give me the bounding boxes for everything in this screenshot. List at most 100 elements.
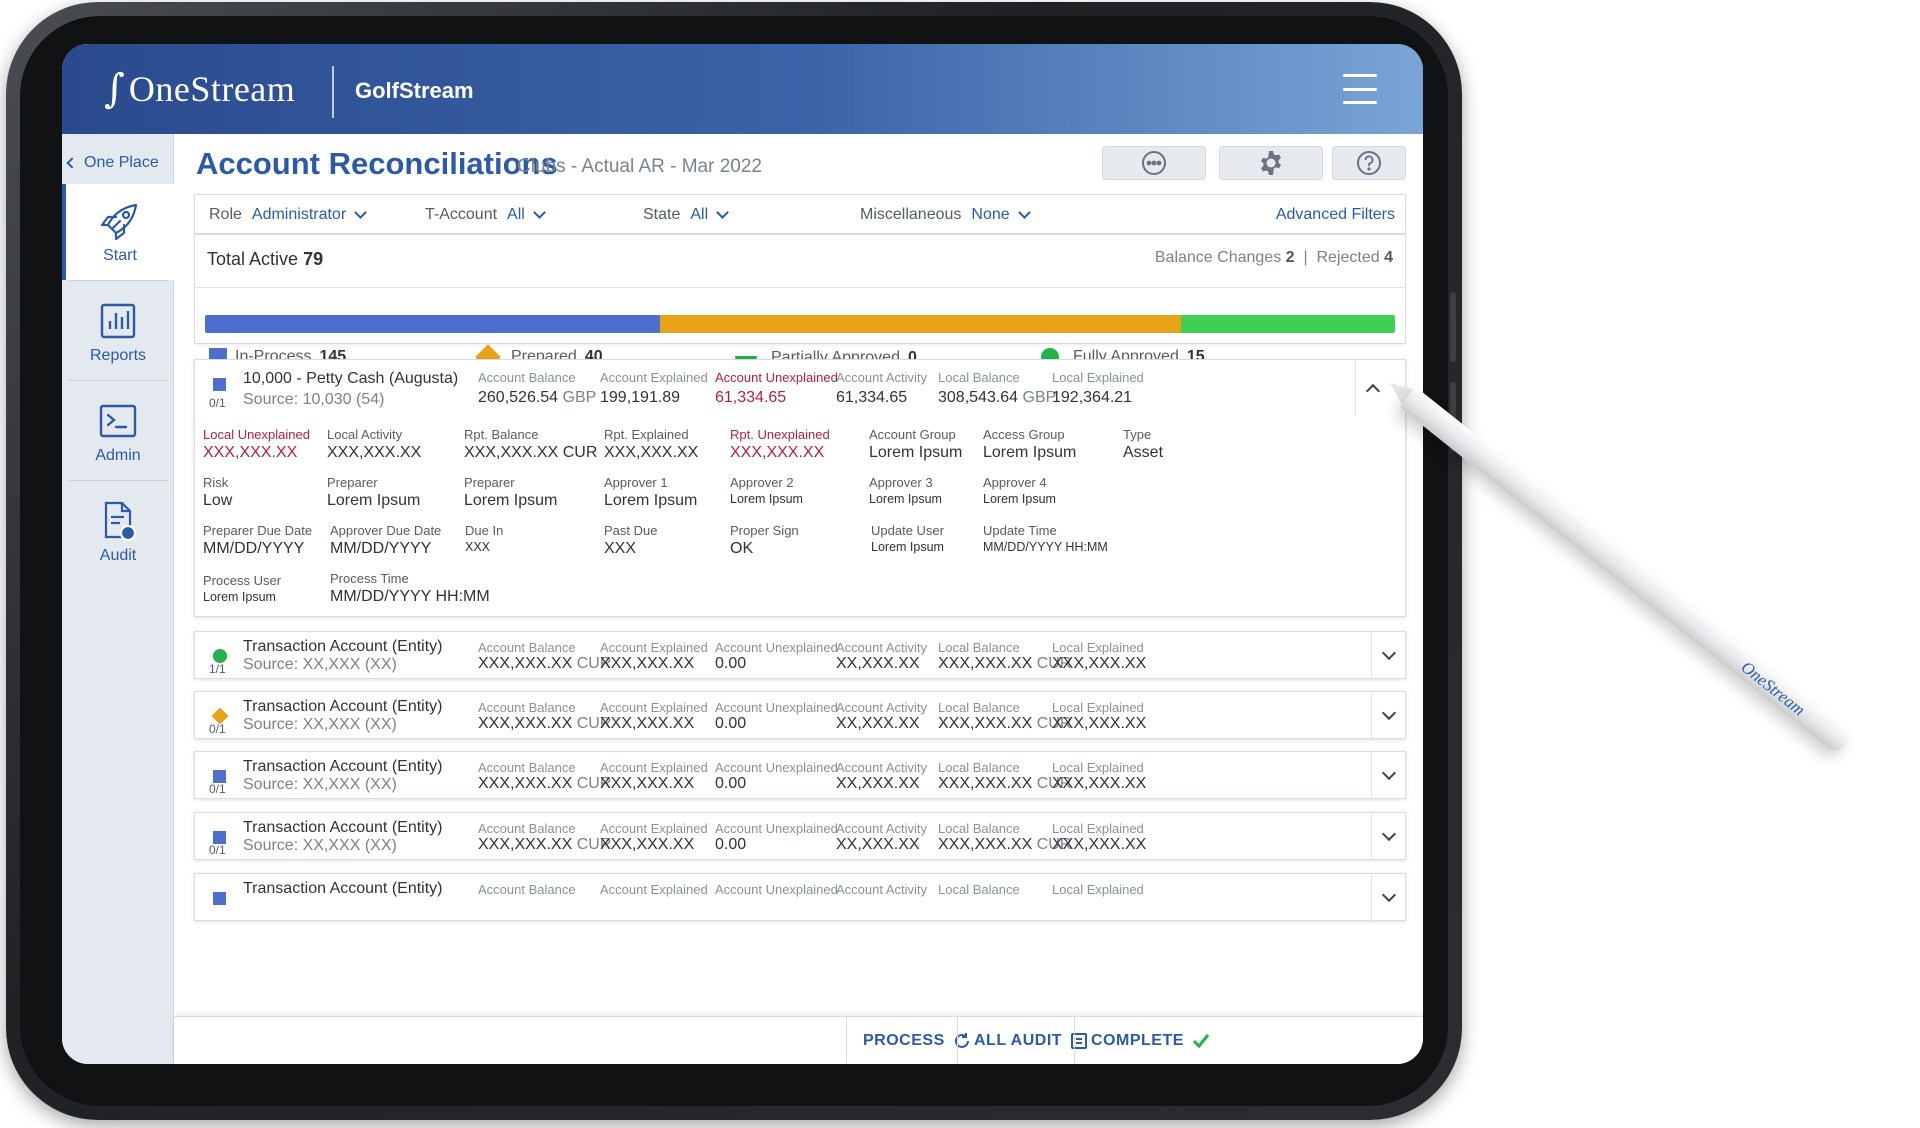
expand-button[interactable] — [1371, 874, 1405, 922]
detail-label: Access Group — [983, 427, 1065, 442]
detail-label: Rpt. Unexplained — [730, 427, 830, 442]
status-progress-bar — [205, 315, 1395, 333]
col-label: Local Balance — [938, 882, 1020, 897]
chevron-up-icon — [1365, 383, 1380, 399]
expand-button[interactable] — [1371, 692, 1405, 740]
question-circle-icon — [1357, 151, 1381, 175]
chevron-down-icon — [1381, 826, 1396, 842]
collapse-button[interactable] — [1355, 360, 1389, 416]
approval-ratio: 1/1 — [209, 662, 226, 676]
account-card[interactable]: 1/1 Transaction Account (Entity) Source:… — [194, 631, 1406, 680]
expand-button[interactable] — [1371, 632, 1405, 680]
col-label: Account Balance — [478, 882, 576, 897]
account-card-header: 0/1 10,000 - Petty Cash (Augusta) Source… — [195, 360, 1355, 416]
detail-value: Lorem Ipsum — [327, 492, 421, 509]
col-local-explained: Local Explained XXX,XXX.XX — [1052, 640, 1146, 673]
col-label: Local Explained — [1052, 882, 1144, 897]
col-label: Account Activity — [836, 640, 928, 655]
checkmark-icon — [1192, 1034, 1210, 1049]
misc-filter[interactable]: Miscellaneous None — [860, 206, 1031, 224]
chevron-down-icon — [1381, 705, 1396, 721]
col-account-activity: Account Activity 61,334.65 — [836, 370, 927, 407]
help-button[interactable] — [1332, 146, 1406, 180]
col-account-activity: Account Activity XX,XXX.XX — [836, 700, 927, 733]
col-value: XXX,XXX.XX CUR — [478, 715, 611, 733]
col-account-activity: Account Activity XX,XXX.XX — [836, 640, 927, 673]
col-local-balance: Local Balance — [938, 882, 1020, 897]
col-account-explained: Account Explained XXX,XXX.XX — [600, 700, 708, 733]
detail-value: Asset — [1123, 444, 1164, 461]
col-account-unexplained: Account Unexplained 61,334.65 — [715, 370, 838, 407]
account-source: Source: XX,XXX (XX) — [243, 716, 397, 733]
detail-label: Type — [1123, 427, 1152, 442]
detail-approver-1: Approver 1 Lorem Ipsum — [604, 475, 697, 510]
complete-button-label: COMPLETE — [1091, 1032, 1184, 1049]
advanced-filters-link[interactable]: Advanced Filters — [1276, 206, 1395, 224]
account-name: Transaction Account (Entity) — [243, 758, 443, 775]
account-card[interactable]: 0/1 Transaction Account (Entity) Source:… — [194, 751, 1406, 800]
nav-label-admin: Admin — [95, 447, 141, 464]
detail-approver-3: Approver 3 Lorem Ipsum — [869, 475, 942, 506]
back-link-one-place[interactable]: One Place — [66, 154, 159, 172]
col-label: Local Explained — [1052, 760, 1144, 775]
account-card-expanded[interactable]: 0/1 10,000 - Petty Cash (Augusta) Source… — [194, 359, 1406, 617]
stylus-brand-text: OneStream — [1737, 657, 1809, 720]
expand-button[interactable] — [1371, 752, 1405, 800]
back-link-label: One Place — [84, 154, 159, 171]
in-process-status-icon — [213, 892, 226, 905]
stylus-body: OneStream — [1399, 386, 1854, 756]
col-local-explained: Local Explained XXX,XXX.XX — [1052, 821, 1146, 854]
taccount-filter[interactable]: T-Account All — [425, 206, 546, 224]
col-label: Local Explained — [1052, 370, 1144, 385]
summary-separator: | — [1303, 249, 1308, 266]
col-local-explained: Local Explained XXX,XXX.XX — [1052, 700, 1146, 733]
col-label: Account Unexplained — [715, 640, 838, 655]
detail-update-time: Update Time MM/DD/YYYY HH:MM — [983, 523, 1108, 554]
nav-item-audit[interactable]: Audit — [62, 484, 174, 580]
account-explained-value: XXX,XXX.XX — [600, 836, 695, 853]
col-value: XXX,XXX.XX CUR — [478, 775, 611, 793]
in-process-status-icon — [213, 378, 226, 391]
col-account-explained: Account Explained XXX,XXX.XX — [600, 640, 708, 673]
onestream-logo: ∫ OneStream — [104, 66, 295, 112]
detail-value: Lorem Ipsum — [983, 444, 1077, 461]
detail-value: MM/DD/YYYY HH:MM — [330, 588, 490, 605]
nav-item-reports[interactable]: Reports — [62, 284, 174, 380]
account-source: Source: 10,030 (54) — [243, 391, 385, 408]
complete-button[interactable]: COMPLETE — [1074, 1017, 1226, 1064]
account-unexplained-value: 0.00 — [715, 775, 747, 792]
account-card[interactable]: 0/1 Transaction Account (Entity) Source:… — [194, 812, 1406, 861]
col-label: Account Balance — [478, 821, 576, 836]
detail-value: OK — [730, 540, 754, 557]
hamburger-menu-icon[interactable] — [1343, 74, 1377, 104]
detail-approver-4: Approver 4 Lorem Ipsum — [983, 475, 1056, 506]
account-card-header: 0/1 Transaction Account (Entity) Source:… — [195, 752, 1355, 808]
col-account-balance: Account Balance XXX,XXX.XX CUR — [478, 760, 611, 793]
left-nav: One Place Start Reports Admin Audit — [62, 134, 174, 1064]
account-card[interactable]: Transaction Account (Entity) Account Bal… — [194, 873, 1406, 922]
detail-value: Lorem Ipsum — [869, 492, 942, 506]
role-filter[interactable]: Role Administrator — [209, 206, 368, 224]
app-name: GolfStream — [355, 78, 474, 103]
detail-due-in: Due In XXX — [465, 523, 503, 554]
detail-value: XXX — [465, 540, 491, 554]
expand-button[interactable] — [1371, 813, 1405, 861]
chevron-down-icon — [532, 206, 546, 219]
local-explained-value: XXX,XXX.XX — [1052, 836, 1147, 853]
account-explained-value: XXX,XXX.XX — [600, 715, 695, 732]
detail-label: Update Time — [983, 523, 1057, 538]
detail-approver-2: Approver 2 Lorem Ipsum — [730, 475, 803, 506]
detail-label: Approver 2 — [730, 475, 794, 490]
more-options-button[interactable] — [1102, 146, 1206, 180]
nav-label-reports: Reports — [89, 347, 147, 364]
detail-label: Risk — [203, 475, 229, 490]
nav-label-audit: Audit — [99, 547, 137, 564]
total-active-label: Total Active — [207, 249, 299, 269]
ellipsis-circle-icon — [1142, 151, 1166, 175]
nav-item-admin[interactable]: Admin — [62, 384, 174, 480]
nav-item-start[interactable]: Start — [62, 184, 174, 280]
account-card[interactable]: 0/1 Transaction Account (Entity) Source:… — [194, 691, 1406, 740]
settings-button[interactable] — [1219, 146, 1323, 180]
state-filter[interactable]: State All — [643, 206, 730, 224]
account-activity-value: XX,XXX.XX — [836, 655, 920, 672]
